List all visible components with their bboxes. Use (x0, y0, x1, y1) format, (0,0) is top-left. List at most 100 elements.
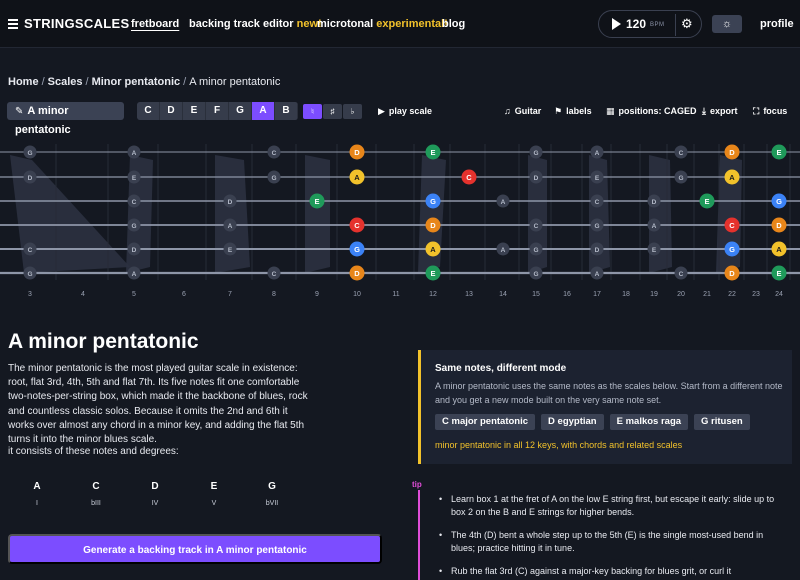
note-label: C (272, 150, 277, 157)
expand-icon: ⛶ (753, 106, 760, 116)
note-label: E (430, 269, 435, 278)
tip-item: The 4th (D) bent a whole step up to the … (437, 529, 782, 555)
tempo-player: 120 BPM ⚙ (598, 10, 702, 38)
all-keys-link[interactable]: minor pentatonic in all 12 keys, with ch… (435, 440, 682, 450)
mode-chip-d-egyptian[interactable]: D egyptian (541, 414, 604, 430)
play-scale-button[interactable]: ▶ play scale (378, 106, 432, 117)
note-label: E (228, 247, 233, 254)
modes-body: A minor pentatonic uses the same notes a… (435, 381, 783, 405)
note-label: D (430, 221, 436, 230)
play-icon[interactable] (612, 18, 621, 30)
note-label: G (27, 150, 32, 157)
note-label: G (533, 271, 538, 278)
positions-button[interactable]: ▦ positions: CAGED (606, 106, 697, 117)
note-label: E (430, 148, 435, 157)
key-button-d[interactable]: D (160, 102, 183, 120)
nav-link-label: backing track editor (189, 18, 294, 30)
export-button[interactable]: ⤓ export (702, 106, 738, 117)
breadcrumb-minor-pentatonic[interactable]: Minor pentatonic (92, 76, 181, 88)
settings-gear-icon[interactable]: ⚙ (681, 16, 693, 32)
nav-link-blog[interactable]: blog (442, 18, 465, 30)
note-degree: bIII (91, 500, 101, 507)
key-button-b[interactable]: B (275, 102, 298, 120)
key-button-g[interactable]: G (229, 102, 252, 120)
fret-number: 22 (728, 291, 736, 298)
note-label: G (131, 223, 136, 230)
grid-icon: ▦ (606, 106, 615, 116)
fret-number: 11 (392, 291, 399, 298)
export-label: export (709, 106, 738, 116)
note-label: G (776, 197, 782, 206)
note-label: E (652, 247, 657, 254)
note-label: D (729, 269, 735, 278)
key-button-e[interactable]: E (183, 102, 206, 120)
labels-button[interactable]: ⚑ labels (554, 106, 592, 117)
breadcrumb: Home / Scales / Minor pentatonic / A minor pen… (8, 76, 281, 88)
tip-item: Learn box 1 at the fret of A on the low … (437, 493, 782, 519)
focus-button[interactable]: ⛶ focus (753, 106, 787, 117)
note-degree: I (36, 500, 38, 507)
play-scale-label: play scale (388, 106, 432, 116)
note-label: A (430, 245, 436, 254)
bpm-value[interactable]: 120 (626, 17, 646, 31)
tip-label: tip (412, 480, 422, 489)
sharp-button[interactable]: ♯ (323, 104, 342, 119)
brand-logo[interactable]: STRINGSCALES (8, 16, 129, 31)
note-degree: bVII (265, 500, 279, 507)
menu-icon[interactable] (8, 19, 18, 29)
note-label: A (501, 247, 506, 254)
key-button-f[interactable]: F (206, 102, 229, 120)
note-column: GbVII (252, 481, 292, 507)
nav-link-label: microtonal (317, 18, 374, 30)
nav-link-fretboard[interactable]: fretboard (131, 18, 179, 30)
instrument-button[interactable]: ♫ Guitar (504, 106, 541, 116)
natural-button[interactable]: ♮ (303, 104, 322, 119)
experimental-badge: experimental! (376, 18, 448, 30)
modes-title: Same notes, different mode (435, 363, 567, 374)
theme-toggle-sun-icon[interactable]: ☼ (712, 15, 742, 33)
note-label: D (28, 175, 33, 182)
note-name: E (210, 481, 218, 492)
breadcrumb-home[interactable]: Home (8, 76, 39, 88)
note-label: A (132, 271, 137, 278)
play-icon: ▶ (378, 106, 385, 116)
fretboard-svg[interactable]: G D C G A E C G D A D A E C G C A A G D C G G A E C G D A D A E C G C D A E C G… (0, 140, 800, 300)
breadcrumb-scales[interactable]: Scales (48, 76, 83, 88)
nav-link-microtonal[interactable]: microtonal experimental! (317, 18, 448, 30)
scale-title: A minor pentatonic (8, 330, 199, 353)
note-label: A (652, 223, 657, 230)
note-label: G (430, 197, 436, 206)
mode-chip-list: C major pentatonic D egyptian E malkos r… (435, 414, 750, 430)
fret-number: 10 (353, 291, 361, 298)
note-label: C (679, 271, 684, 278)
generate-backing-track-button[interactable]: Generate a backing track in A minor pent… (8, 534, 382, 564)
note-label: C (354, 221, 360, 230)
note-label: G (354, 245, 360, 254)
fret-number: 19 (650, 291, 658, 298)
mode-chip-e-malkos-raga[interactable]: E malkos raga (609, 414, 689, 430)
fret-number: 6 (182, 291, 186, 298)
mode-chip-c-major-pentatonic[interactable]: C major pentatonic (435, 414, 536, 430)
note-label: E (776, 269, 781, 278)
fret-number: 9 (315, 291, 319, 298)
note-label: C (272, 271, 277, 278)
note-label: G (27, 271, 32, 278)
notes-intro: it consists of these notes and degrees: (8, 446, 179, 457)
note-label: C (534, 223, 539, 230)
note-label: E (595, 175, 600, 182)
key-button-a[interactable]: A (252, 102, 275, 120)
key-button-c[interactable]: C (137, 102, 160, 120)
mode-chip-g-ritusen[interactable]: G ritusen (694, 414, 750, 430)
profile-link[interactable]: profile (760, 18, 794, 30)
fret-number: 4 (81, 291, 85, 298)
flat-button[interactable]: ♭ (343, 104, 362, 119)
note-label: C (132, 199, 137, 206)
nav-link-backing-track-editor[interactable]: backing track editor new! (189, 18, 322, 30)
fret-number: 20 (677, 291, 685, 298)
fret-number: 23 (752, 291, 760, 298)
tip-divider (418, 490, 420, 580)
note-column: D IV (135, 481, 175, 507)
scale-select-button[interactable]: ✎ A minor pentatonic (7, 102, 124, 136)
note-label: D (776, 221, 782, 230)
note-name: A (33, 481, 41, 492)
